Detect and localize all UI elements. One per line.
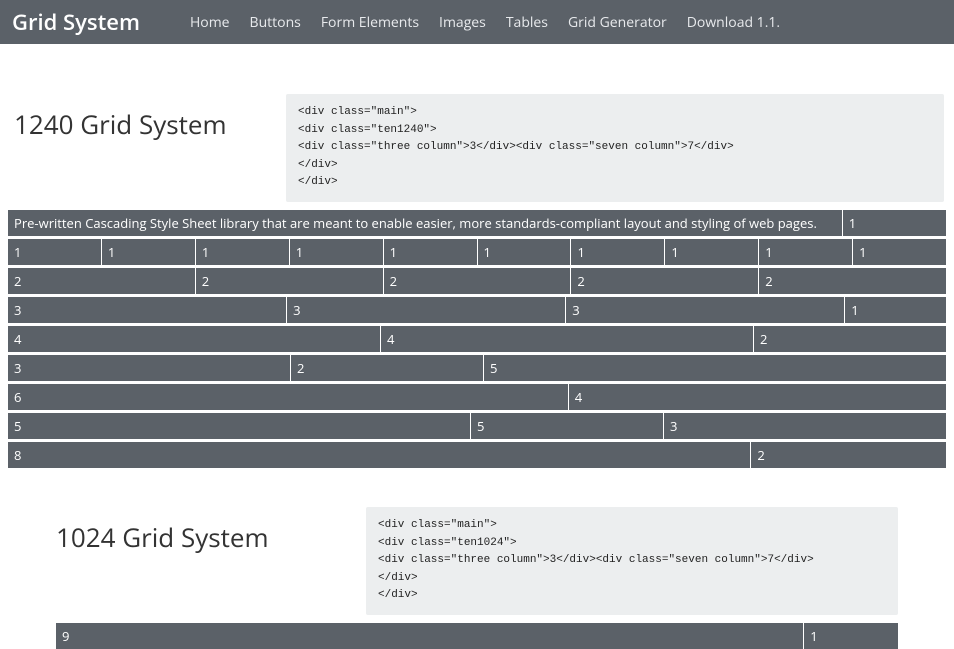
grid-cell: 1 xyxy=(665,239,758,265)
grid-cell: 4 xyxy=(8,326,380,352)
grid-row: 8 2 xyxy=(8,442,946,468)
code-block-1024: <div class="main"> <div class="ten1024">… xyxy=(366,507,898,615)
navbar: Grid System Home Buttons Form Elements I… xyxy=(0,0,954,44)
grid-demo-1240: Pre-written Cascading Style Sheet librar… xyxy=(0,202,954,468)
grid-cell: 2 xyxy=(291,355,483,381)
nav-links: Home Buttons Form Elements Images Tables… xyxy=(190,13,780,32)
grid-cell: 3 xyxy=(566,297,844,323)
nav-link-images[interactable]: Images xyxy=(439,13,486,32)
grid-cell: 8 xyxy=(8,442,750,468)
grid-cell: 1 xyxy=(290,239,383,265)
grid-intro-text: Pre-written Cascading Style Sheet librar… xyxy=(8,210,842,236)
nav-link-download[interactable]: Download 1.1. xyxy=(687,13,780,32)
grid-row: 5 5 3 xyxy=(8,413,946,439)
grid-demo-1024: 9 1 xyxy=(0,615,954,649)
grid-cell: 5 xyxy=(484,355,946,381)
grid-cell: 5 xyxy=(8,413,470,439)
grid-cell: 3 xyxy=(8,297,286,323)
grid-cell: 1 xyxy=(759,239,852,265)
grid-cell: 4 xyxy=(569,384,946,410)
grid-row: 9 1 xyxy=(56,623,898,649)
nav-link-grid-generator[interactable]: Grid Generator xyxy=(568,13,667,32)
grid-cell: 2 xyxy=(571,268,758,294)
grid-cell: 2 xyxy=(751,442,946,468)
grid-intro-side: 1 xyxy=(843,210,946,236)
section-title-1024: 1024 Grid System xyxy=(56,507,366,555)
grid-cell: 2 xyxy=(759,268,946,294)
nav-link-tables[interactable]: Tables xyxy=(506,13,548,32)
grid-row: 3 2 5 xyxy=(8,355,946,381)
grid-intro-row: Pre-written Cascading Style Sheet librar… xyxy=(8,210,946,236)
grid-cell: 2 xyxy=(196,268,383,294)
grid-cell: 9 xyxy=(56,623,803,649)
section-1024: 1024 Grid System <div class="main"> <div… xyxy=(0,497,954,615)
grid-cell: 3 xyxy=(287,297,565,323)
section-1240: 1240 Grid System <div class="main"> <div… xyxy=(0,84,954,202)
section-title-1240: 1240 Grid System xyxy=(10,94,286,142)
grid-row: 2 2 2 2 2 xyxy=(8,268,946,294)
nav-link-form-elements[interactable]: Form Elements xyxy=(321,13,419,32)
grid-cell: 1 xyxy=(804,623,898,649)
grid-cell: 1 xyxy=(845,297,946,323)
grid-cell: 1 xyxy=(571,239,664,265)
brand-title: Grid System xyxy=(12,7,140,37)
grid-row: 6 4 xyxy=(8,384,946,410)
grid-row: 1 1 1 1 1 1 1 1 1 1 xyxy=(8,239,946,265)
grid-cell: 1 xyxy=(102,239,195,265)
grid-cell: 1 xyxy=(196,239,289,265)
nav-link-home[interactable]: Home xyxy=(190,13,230,32)
grid-cell: 2 xyxy=(8,268,195,294)
grid-cell: 2 xyxy=(754,326,946,352)
grid-cell: 1 xyxy=(384,239,477,265)
grid-cell: 5 xyxy=(471,413,663,439)
grid-row: 3 3 3 1 xyxy=(8,297,946,323)
grid-cell: 6 xyxy=(8,384,568,410)
grid-cell: 3 xyxy=(8,355,290,381)
nav-link-buttons[interactable]: Buttons xyxy=(250,13,301,32)
grid-cell: 4 xyxy=(381,326,753,352)
grid-cell: 1 xyxy=(478,239,571,265)
grid-cell: 2 xyxy=(384,268,571,294)
grid-cell: 1 xyxy=(8,239,101,265)
grid-cell: 3 xyxy=(664,413,946,439)
code-block-1240: <div class="main"> <div class="ten1240">… xyxy=(286,94,944,202)
grid-cell: 1 xyxy=(853,239,946,265)
grid-row: 4 4 2 xyxy=(8,326,946,352)
